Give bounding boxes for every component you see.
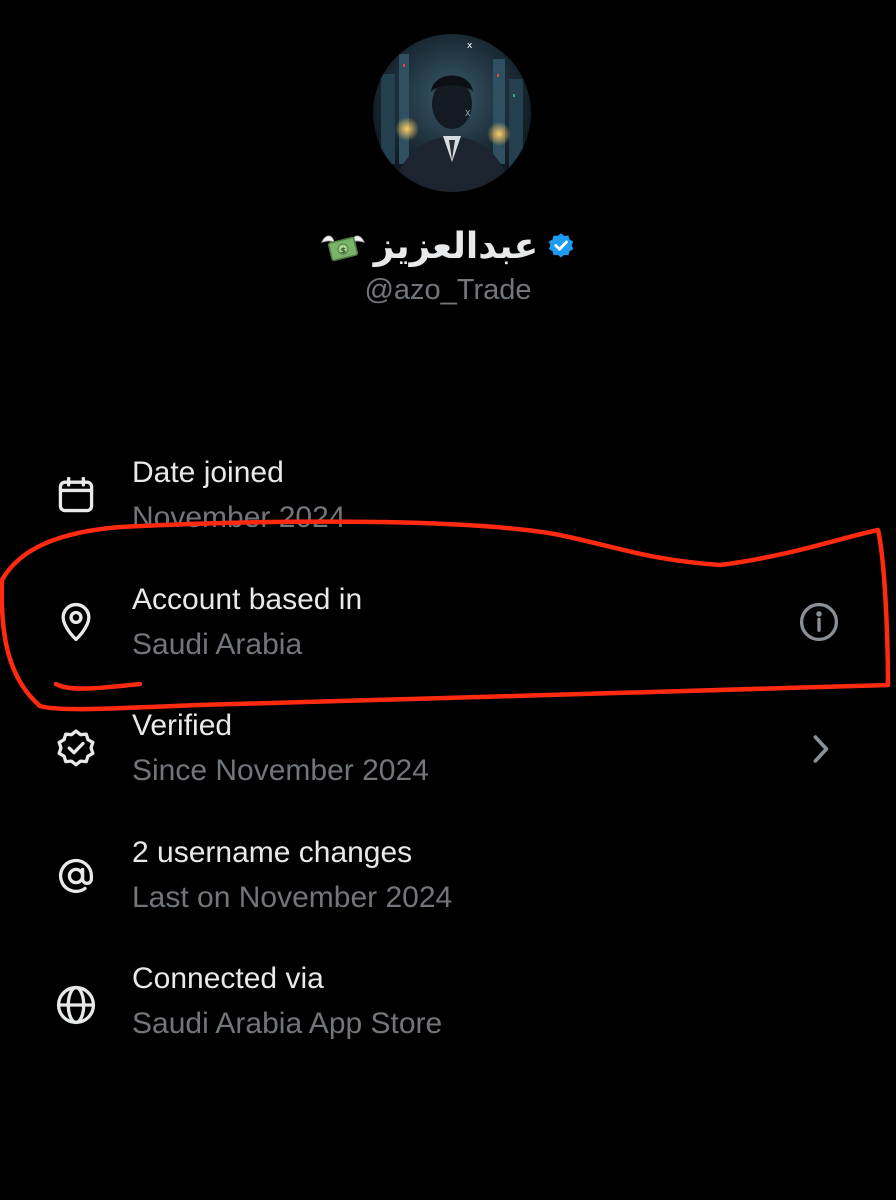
row-value: Saudi Arabia App Store (132, 1007, 443, 1040)
globe-icon (54, 983, 98, 1027)
about-row-username-changes: 2 username changes Last on November 2024 (0, 830, 896, 930)
display-name: عبدالعزيز (373, 225, 539, 266)
row-title: 2 username changes (132, 836, 413, 869)
row-title: Date joined (132, 456, 284, 489)
at-sign-icon (54, 854, 98, 898)
row-title: Connected via (132, 962, 324, 995)
about-row-connected-via: Connected via Saudi Arabia App Store (0, 956, 896, 1056)
profile-name-row: $ عبدالعزيز (0, 222, 896, 270)
row-value: November 2024 (132, 501, 346, 534)
info-icon[interactable] (797, 600, 841, 644)
about-row-date-joined: Date joined November 2024 (0, 450, 896, 550)
calendar-icon (54, 473, 98, 517)
verified-badge-icon[interactable] (546, 231, 576, 261)
svg-text:$: $ (340, 246, 346, 255)
about-row-account-based-in: Account based in Saudi Arabia (0, 577, 896, 677)
row-value: Last on November 2024 (132, 881, 453, 914)
row-title: Verified (132, 709, 233, 742)
svg-text:X: X (465, 109, 471, 118)
about-row-verified[interactable]: Verified Since November 2024 (0, 703, 896, 803)
money-with-wings-emoji: $ (320, 228, 366, 264)
row-value: Saudi Arabia (132, 628, 303, 661)
avatar-image: X x (373, 34, 531, 192)
profile-avatar[interactable]: X x (373, 34, 531, 192)
profile-handle: @azo_Trade (364, 274, 532, 306)
location-pin-icon (54, 600, 98, 644)
chevron-right-icon[interactable] (798, 727, 842, 771)
row-value: Since November 2024 (132, 754, 429, 787)
row-title: Account based in (132, 583, 363, 616)
svg-text:x: x (467, 41, 473, 51)
verified-check-icon (54, 727, 98, 771)
